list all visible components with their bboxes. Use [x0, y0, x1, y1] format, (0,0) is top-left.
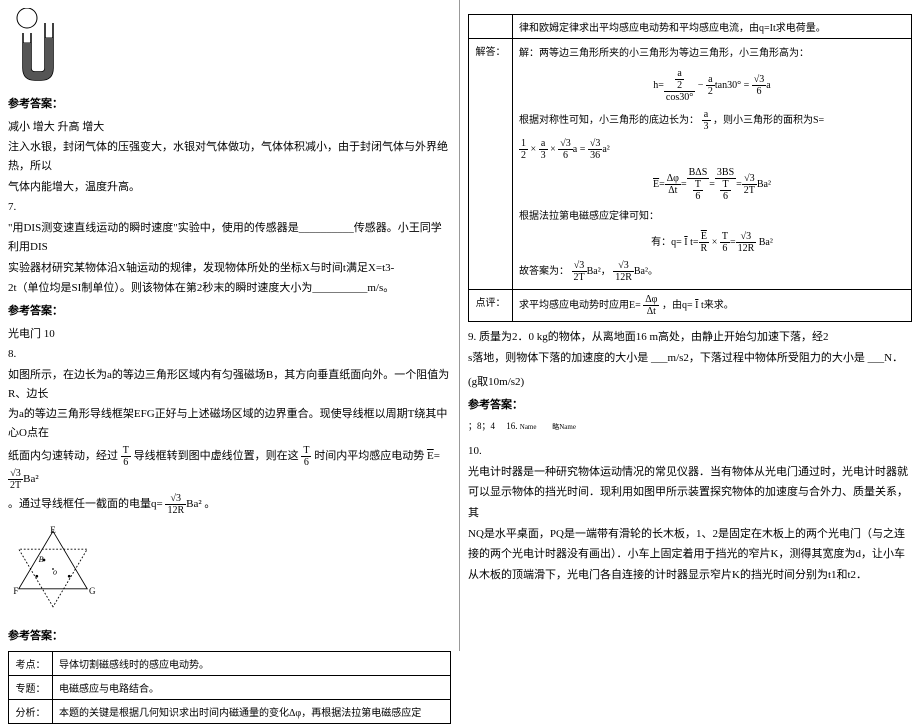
ans9-a: ；8；4	[468, 421, 495, 431]
solution-table: 律和欧姆定律求出平均感应电动势和平均感应电流，由q=It求电荷量。 解答： 解：…	[468, 14, 912, 322]
q7-number: 7.	[8, 198, 451, 217]
q8-line3-a: 纸面内匀速转动，经过	[8, 450, 118, 462]
comment-content: 求平均感应电动势时应用E= ΔφΔt ，由q= I t来求。	[513, 290, 912, 322]
solve-content: 解：两等边三角形所夹的小三角形为等边三角形，小三角形高为： h=a2cos30°…	[513, 39, 912, 290]
q8-line4: 。通过导线框任一截面的电量q= √312RBa² 。	[8, 493, 451, 516]
answer-label-9: 参考答案：	[468, 396, 912, 415]
svg-text:G: G	[89, 586, 96, 596]
solve-line3: 根据法拉第电磁感应定律可知：	[519, 208, 905, 225]
solve-line5: 故答案为： √32TBa²， √312RBa²。	[519, 260, 905, 283]
solve-line2: 根据对称性可知，小三角形的底边长为： a3 ，则小三角形的面积为S=	[519, 109, 905, 132]
comment-text-2: ，由q=	[662, 300, 693, 311]
answer-9: ；8；4 16. Name 略Name	[468, 419, 912, 434]
frac-a-3: a3	[702, 109, 711, 132]
table-text-fenxi: 本题的关键是根据几何知识求出时间内磁通量的变化Δφ，再根据法拉第电磁感应定	[53, 700, 451, 724]
solve-line2-b: ，则小三角形的面积为S=	[713, 115, 824, 126]
answer-label-8: 参考答案：	[8, 627, 451, 646]
answer-6-line1: 减小 增大 升高 增大	[8, 118, 451, 137]
answer-label-6: 参考答案：	[8, 95, 451, 114]
solve-line1: 解：两等边三角形所夹的小三角形为等边三角形，小三角形高为：	[519, 45, 905, 62]
q9-line2: s落地，则物体下落的加速度的大小是 ___m/s2，下落过程中物体所受阻力的大小…	[468, 349, 912, 368]
solve-line2-a: 根据对称性可知，小三角形的底边长为：	[519, 115, 699, 126]
q7-line3: 2t（单位均是SI制单位）。则该物体在第2秒末的瞬时速度大小为_________…	[8, 279, 451, 298]
q8-line3-b: 导线框转到图中虚线位置，则在这	[134, 450, 299, 462]
comment-label: 点评：	[469, 290, 513, 322]
analysis-table: 考点： 导体切割磁感线时的感应电动势。 专题： 电磁感应与电路结合。 分析： 本…	[8, 651, 451, 724]
formula-q: 有：q= I t=ER × T6=√312R Ba²	[519, 231, 905, 254]
fraction-T-6-b: T6	[301, 445, 311, 468]
q8-line2: 为a的等边三角形导线框架EFG正好与上述磁场区域的边界重合。现使导线框以周期T绕…	[8, 405, 451, 442]
frac-comment-1: ΔφΔt	[643, 294, 659, 317]
formula-emf: E=ΔφΔt=BΔST6=3BST6=√32TBa²	[519, 167, 905, 202]
answer-7: 光电门 10	[8, 325, 451, 344]
solution-top-line: 律和欧姆定律求出平均感应电动势和平均感应电流，由q=It求电荷量。	[513, 15, 912, 39]
ans9-b: 16.	[506, 421, 517, 431]
q9-line1: 9. 质量为2．0 kg的物体，从离地面16 m高处，由静止开始匀加速下落，经2	[468, 328, 912, 347]
formula-height: h=a2cos30° − a2tan30° = √36a	[519, 68, 905, 103]
q10-number: 10.	[468, 442, 912, 461]
q10-line6: 从木板的顶端滑下，光电门各自连接的计时器显示窄片K的挡光时间分别为t1和t2．	[468, 566, 912, 585]
solve-label: 解答：	[469, 39, 513, 290]
q8-line1: 如图所示，在边长为a的等边三角形区域内有匀强磁场B，其方向垂直纸面向外。一个阻值…	[8, 366, 451, 403]
q8-number: 8.	[8, 345, 451, 364]
table-label-zhuanti: 专题：	[9, 676, 53, 700]
E-bar: E	[427, 450, 434, 462]
table-text-zhuanti: 电磁感应与电路结合。	[53, 676, 451, 700]
q10-line4: NQ是水平桌面，PQ是一端带有滑轮的长木板，1、2是固定在木板上的两个光电门（与…	[468, 525, 912, 544]
q10-line3: 其	[468, 504, 912, 523]
comment-text-1: 求平均感应电动势时应用E=	[519, 300, 641, 311]
I-bar: I	[695, 300, 698, 311]
q7-line1: "用DIS测变速直线运动的瞬时速度"实验中，使用的传感器是__________传…	[8, 219, 451, 256]
fraction-T-6: T6	[121, 445, 131, 468]
comment-text-3: t来求。	[701, 300, 734, 311]
answer-6-line3: 气体内能增大，温度升高。	[8, 178, 451, 197]
star-of-david-diagram: E F G B o	[8, 524, 98, 614]
q8-line4-b: 。	[204, 498, 215, 510]
solve-line4-a: 有：q=	[651, 237, 682, 248]
u-tube-diagram	[8, 8, 68, 88]
table-text-kaodian: 导体切割磁感线时的感应电动势。	[53, 652, 451, 676]
q7-line2: 实验器材研究某物体沿X轴运动的规律，发现物体所处的坐标X与时间t满足X=t3-	[8, 259, 451, 278]
fraction-charge: √312R	[165, 493, 186, 516]
frac-ans-1: √32T	[572, 260, 587, 283]
q10-line2: 可以显示物体的挡光时间．现利用如图甲所示装置探究物体的加速度与合外力、质量关系，	[468, 483, 912, 502]
frac-ans-2: √312R	[613, 260, 634, 283]
table-label-fenxi: 分析：	[9, 700, 53, 724]
solve-line5-a: 故答案为：	[519, 266, 569, 277]
q9-line3: (g取10m/s2)	[468, 373, 912, 392]
answer-label-7: 参考答案：	[8, 302, 451, 321]
table-label-kaodian: 考点：	[9, 652, 53, 676]
svg-text:E: E	[50, 525, 56, 535]
q8-line4-a: 。通过导线框任一截面的电量q=	[8, 498, 163, 510]
q8-line3: 纸面内匀速转动，经过 T6 导线框转到图中虚线位置，则在这 T6 时间内平均感应…	[8, 445, 451, 491]
svg-text:F: F	[13, 586, 18, 596]
q10-line1: 光电计时器是一种研究物体运动情况的常见仪器．当有物体从光电门通过时，光电计时器就	[468, 463, 912, 482]
fraction-emf: √32T	[8, 468, 23, 491]
formula-area: 12 × a3 × √36a = √336a²	[519, 138, 905, 161]
answer-6-line2: 注入水银，封闭气体的压强变大，水银对气体做功，气体体积减小，由于封闭气体与外界绝…	[8, 138, 451, 175]
q10-line5: 接的两个光电计时器没有画出）．小车上固定着用于挡光的窄片K，测得其宽度为d，让小…	[468, 545, 912, 564]
q8-line3-c: 时间内平均感应电动势	[314, 450, 424, 462]
